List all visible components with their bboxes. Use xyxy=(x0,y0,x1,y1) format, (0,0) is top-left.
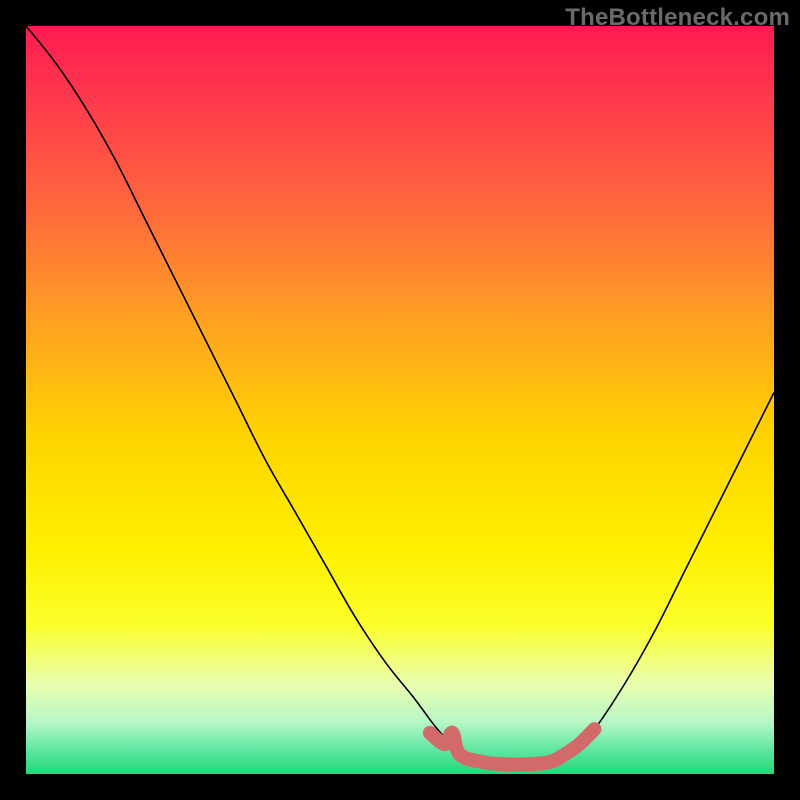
watermark-text: TheBottleneck.com xyxy=(565,4,790,32)
chart-plot-area xyxy=(26,26,774,774)
chart-frame: TheBottleneck.com xyxy=(0,0,800,800)
chart-background xyxy=(26,26,774,774)
chart-svg xyxy=(26,26,774,774)
